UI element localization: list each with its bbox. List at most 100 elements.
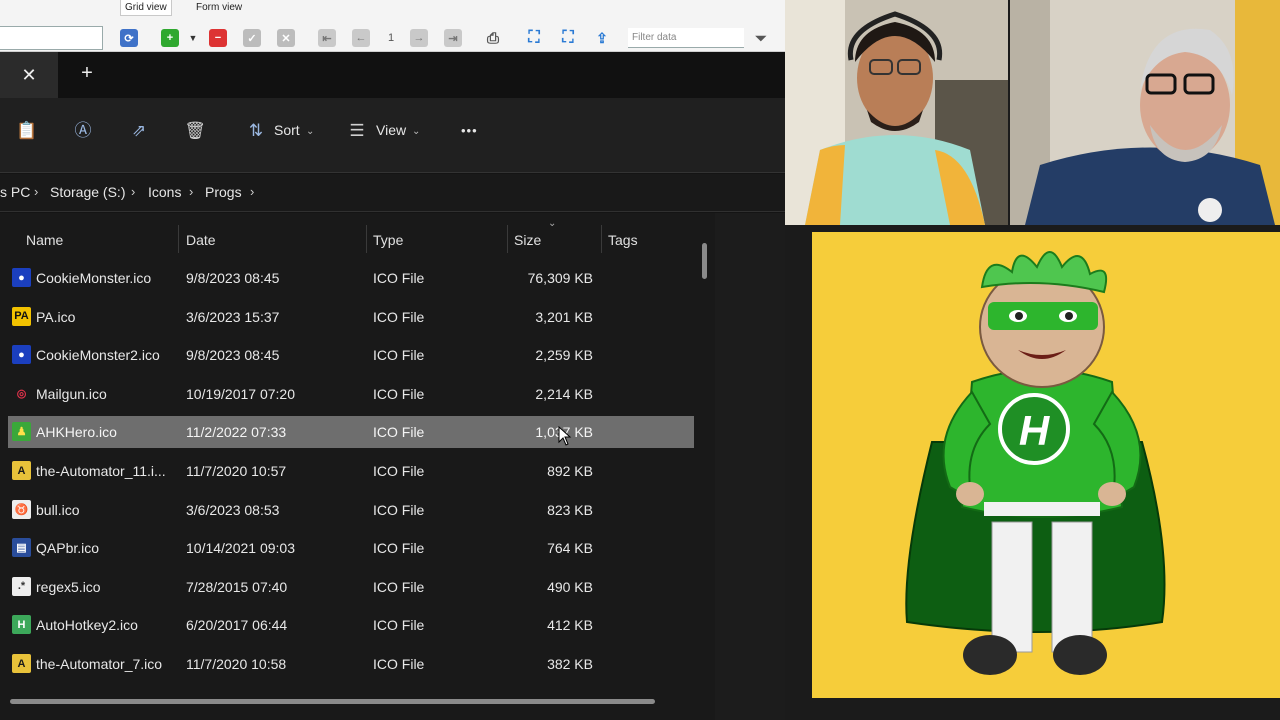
table-row[interactable]: PA PA.ico 3/6/2023 15:37 ICO File 3,201 KB xyxy=(8,301,694,333)
breadcrumb-separator-icon: › xyxy=(189,184,194,199)
last-record-icon[interactable]: ⇥ xyxy=(444,29,462,47)
file-type: ICO File xyxy=(373,424,425,441)
page-number: 1 xyxy=(387,32,395,44)
participant-video-2 xyxy=(1010,0,1280,225)
file-size: 76,309 KB xyxy=(527,270,593,286)
ahk-hero-preview-image: H xyxy=(812,232,1280,698)
file-size: 382 KB xyxy=(547,656,593,672)
regex-icon: .* xyxy=(12,576,31,596)
column-divider[interactable] xyxy=(507,225,508,253)
first-record-icon[interactable]: ⇤ xyxy=(318,29,336,47)
rename-icon[interactable]: Ⓐ xyxy=(72,120,94,142)
column-header-date[interactable]: Date xyxy=(186,232,216,248)
view-chevron-icon: ⌄ xyxy=(412,126,421,137)
breadcrumb-separator-icon: › xyxy=(34,184,39,199)
view-icon[interactable]: ☰ xyxy=(346,120,368,142)
table-row[interactable]: ♟ AHKHero.ico 11/2/2022 07:33 ICO File 1,037… xyxy=(8,416,694,449)
table-row[interactable]: H AutoHotkey2.ico 6/20/2017 06:44 ICO File 4… xyxy=(8,609,694,641)
file-date: 11/7/2020 10:57 xyxy=(186,463,287,479)
fit-rows-icon[interactable]: ⛶ xyxy=(559,29,577,47)
table-row[interactable]: ● CookieMonster.ico 9/8/2023 08:45 ICO File… xyxy=(8,262,694,294)
confirm-icon[interactable]: ✓ xyxy=(243,29,261,47)
file-date: 7/28/2015 07:40 xyxy=(186,578,288,595)
horizontal-scrollbar[interactable] xyxy=(10,699,655,704)
file-name: CookieMonster2.ico xyxy=(36,347,160,364)
ahk-hero-icon: ♟ xyxy=(12,422,31,442)
file-size: 764 KB xyxy=(547,540,593,557)
automator-icon: A xyxy=(12,654,31,673)
file-type: ICO File xyxy=(373,463,425,479)
file-type: ICO File xyxy=(373,270,425,286)
next-record-icon[interactable]: → xyxy=(410,29,428,47)
svg-text:H: H xyxy=(1019,407,1051,454)
file-type: ICO File xyxy=(373,656,425,672)
table-row[interactable]: Athe-Automator_11.i... 11/7/2020 10:57 ICO… xyxy=(8,455,694,487)
breadcrumb-separator-icon: › xyxy=(250,184,255,199)
file-size: 2,259 KB xyxy=(535,347,593,364)
sort-descending-icon: ⌄ xyxy=(548,218,557,229)
print-icon[interactable]: ⎙ xyxy=(484,29,502,47)
column-divider[interactable] xyxy=(178,225,179,253)
filter-icon[interactable]: ⏷ xyxy=(752,29,770,47)
sort-button[interactable]: Sort xyxy=(274,122,300,138)
prev-record-icon[interactable]: ← xyxy=(352,29,370,47)
explorer-tab-bar: ✕ + xyxy=(0,52,785,98)
breadcrumb-progs[interactable]: Progs xyxy=(205,184,242,200)
file-size: 3,201 KB xyxy=(535,308,593,325)
cookie-monster-icon: ● xyxy=(12,345,31,365)
column-header-size[interactable]: Size xyxy=(514,232,541,248)
sort-chevron-icon: ⌄ xyxy=(306,126,315,137)
file-name: bull.ico xyxy=(36,501,80,518)
add-record-icon[interactable]: + xyxy=(161,29,179,47)
tab-form-view[interactable]: Form view xyxy=(192,0,246,16)
automator-icon: A xyxy=(12,461,31,480)
export-icon[interactable]: ⇪ xyxy=(593,29,611,47)
vertical-scrollbar[interactable] xyxy=(702,243,707,279)
table-row[interactable]: ▤ QAPbr.ico 10/14/2021 09:03 ICO File 764 KB xyxy=(8,532,694,564)
dropdown-arrow-icon[interactable]: ▼ xyxy=(186,29,200,47)
column-divider[interactable] xyxy=(601,225,602,253)
fit-columns-icon[interactable]: ⛶ xyxy=(525,29,543,47)
view-button[interactable]: View xyxy=(376,122,406,138)
file-size: 412 KB xyxy=(547,617,593,634)
table-row[interactable]: Athe-Automator_7.ico 11/7/2020 10:58 ICO F… xyxy=(8,648,694,680)
sort-icon[interactable]: ⇅ xyxy=(245,120,267,142)
table-row[interactable]: ♉ bull.ico 3/6/2023 08:53 ICO File 823 KB xyxy=(8,494,694,526)
file-date: 11/2/2022 07:33 xyxy=(186,424,287,441)
column-header-name[interactable]: Name xyxy=(26,232,63,248)
close-tab-icon[interactable]: ✕ xyxy=(0,52,58,98)
delete-icon[interactable]: 🗑 xyxy=(184,120,206,142)
paste-icon[interactable]: 📋 xyxy=(16,120,38,142)
cancel-icon[interactable]: ✕ xyxy=(277,29,295,47)
more-options-button[interactable]: ••• xyxy=(461,123,478,138)
column-divider[interactable] xyxy=(366,225,367,253)
grid-input-field[interactable] xyxy=(0,26,103,50)
table-row[interactable]: .* regex5.ico 7/28/2015 07:40 ICO File 490 K… xyxy=(8,571,694,603)
file-name: the-Automator_11.i... xyxy=(36,463,166,479)
refresh-icon[interactable]: ⟳ xyxy=(120,29,138,47)
breadcrumb-this-pc[interactable]: s PC xyxy=(0,184,30,200)
participant-video-1 xyxy=(785,0,1008,225)
filter-data-input[interactable]: Filter data xyxy=(628,28,744,48)
cookie-monster-icon: ● xyxy=(12,268,31,287)
details-pane-gap xyxy=(715,213,785,720)
file-date: 3/6/2023 08:53 xyxy=(186,501,280,518)
file-date: 10/19/2017 07:20 xyxy=(186,385,295,402)
file-type: ICO File xyxy=(373,540,425,557)
file-name: Mailgun.ico xyxy=(36,385,107,402)
qap-icon: ▤ xyxy=(12,538,31,558)
tab-grid-view[interactable]: Grid view xyxy=(120,0,172,16)
file-size: 892 KB xyxy=(547,463,593,479)
file-size: 2,214 KB xyxy=(535,385,593,402)
share-icon[interactable]: ⇗ xyxy=(128,120,150,142)
column-header-tags[interactable]: Tags xyxy=(608,232,638,248)
new-tab-icon[interactable]: + xyxy=(76,62,98,86)
file-name: regex5.ico xyxy=(36,578,101,595)
breadcrumb-icons[interactable]: Icons xyxy=(148,184,181,200)
file-name: AutoHotkey2.ico xyxy=(36,617,138,634)
table-row[interactable]: ● CookieMonster2.ico 9/8/2023 08:45 ICO Fil… xyxy=(8,339,694,371)
column-header-type[interactable]: Type xyxy=(373,232,403,248)
delete-record-icon[interactable]: − xyxy=(209,29,227,47)
breadcrumb-storage[interactable]: Storage (S:) xyxy=(50,184,125,200)
table-row[interactable]: ◎ Mailgun.ico 10/19/2017 07:20 ICO File 2,21… xyxy=(8,378,694,410)
